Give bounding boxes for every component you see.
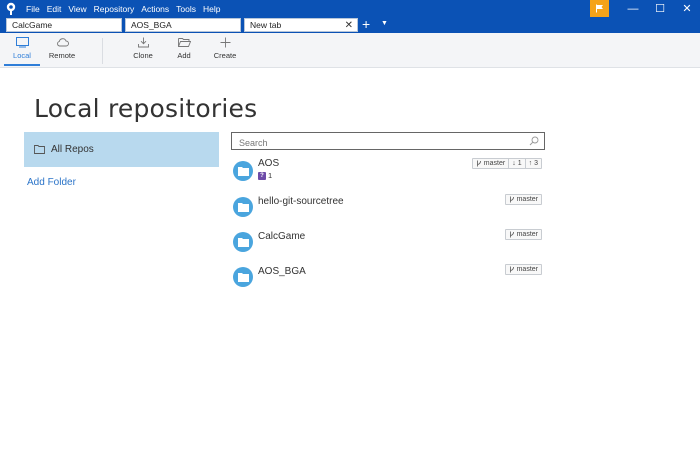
branch-name: master xyxy=(516,196,538,203)
ahead-count: 3 xyxy=(534,160,538,167)
flag-icon xyxy=(596,4,603,13)
repo-status-pills: master xyxy=(504,194,542,205)
add-button[interactable]: Add xyxy=(166,37,202,60)
branch-pill: master xyxy=(473,159,508,168)
clone-label: Clone xyxy=(133,51,153,60)
remote-label: Remote xyxy=(48,51,76,60)
local-label: Local xyxy=(13,51,31,60)
folder-open-icon xyxy=(177,38,191,47)
flag-button[interactable] xyxy=(590,0,609,17)
repo-item-hello-git-sourcetree[interactable]: hello-git-sourcetree master xyxy=(233,194,545,224)
question-count: 1 xyxy=(268,171,273,180)
behind-count: 1 xyxy=(517,160,522,167)
branch-pill: master xyxy=(506,265,541,274)
add-tab-button[interactable]: + xyxy=(362,17,370,32)
page-title: Local repositories xyxy=(34,94,258,123)
tab-aos-bga[interactable]: AOS_BGA xyxy=(125,18,241,32)
remote-button[interactable]: Remote xyxy=(44,37,80,60)
tab-strip: CalcGame AOS_BGA New tab ✕ + ▼ xyxy=(0,17,700,33)
sidebar-item-label: All Repos xyxy=(51,144,94,155)
menu-view[interactable]: View xyxy=(68,4,86,14)
repo-status-pills: master xyxy=(504,229,542,240)
menu-tools[interactable]: Tools xyxy=(176,4,196,14)
local-button[interactable]: Local xyxy=(4,37,40,66)
tab-label: New tab xyxy=(250,20,282,30)
branch-name: master xyxy=(516,266,538,273)
repo-name: CalcGame xyxy=(258,231,306,242)
arrow-up-icon: ↑ xyxy=(528,160,533,167)
repo-name: AOS xyxy=(258,158,280,169)
minimize-button[interactable]: — xyxy=(619,0,647,17)
branch-name: master xyxy=(516,231,538,238)
repo-folder-icon xyxy=(233,197,253,217)
cloud-icon xyxy=(56,38,69,47)
repo-folder-icon xyxy=(233,267,253,287)
toolbar-divider xyxy=(102,38,103,64)
branch-icon xyxy=(509,196,514,203)
repo-item-aos[interactable]: AOS ? 1 master ↓ 1 ↑ 3 xyxy=(233,158,545,188)
question-badge: ? 1 xyxy=(258,171,272,180)
create-button[interactable]: Create xyxy=(207,37,243,60)
search-input[interactable] xyxy=(232,135,512,151)
menu-edit[interactable]: Edit xyxy=(47,4,62,14)
tab-dropdown-icon[interactable]: ▼ xyxy=(381,20,388,27)
search-box xyxy=(231,132,545,151)
repo-status-pills: master xyxy=(504,264,542,275)
search-icon xyxy=(529,136,539,146)
repo-folder-icon xyxy=(233,161,253,181)
branch-pill: master xyxy=(506,230,541,239)
close-window-button[interactable]: ✕ xyxy=(673,0,700,17)
behind-pill: ↓ 1 xyxy=(508,159,524,168)
tab-label: CalcGame xyxy=(12,20,53,30)
menu-bar: File Edit View Repository Actions Tools … xyxy=(26,0,227,17)
menu-file[interactable]: File xyxy=(26,4,40,14)
toolbar: Local Remote Clone Add Create xyxy=(0,33,700,68)
question-icon: ? xyxy=(258,171,266,180)
menu-help[interactable]: Help xyxy=(203,4,220,14)
menu-actions[interactable]: Actions xyxy=(141,4,169,14)
branch-icon xyxy=(476,160,481,167)
monitor-icon xyxy=(15,37,29,48)
branch-name: master xyxy=(483,160,506,167)
arrow-down-icon: ↓ xyxy=(512,160,516,167)
ahead-pill: ↑ 3 xyxy=(524,159,541,168)
repo-folder-icon xyxy=(233,232,253,252)
add-folder-link[interactable]: Add Folder xyxy=(27,177,76,188)
repo-name: hello-git-sourcetree xyxy=(258,196,344,207)
repo-status-pills: master ↓ 1 ↑ 3 xyxy=(471,158,542,169)
create-label: Create xyxy=(213,51,237,60)
tab-close-icon[interactable]: ✕ xyxy=(345,19,353,32)
repo-item-aos-bga[interactable]: AOS_BGA master xyxy=(233,264,545,294)
repo-item-calcgame[interactable]: CalcGame master xyxy=(233,229,545,259)
branch-pill: master xyxy=(506,195,541,204)
download-icon xyxy=(137,37,149,48)
repo-name: AOS_BGA xyxy=(258,266,306,277)
add-label: Add xyxy=(177,51,191,60)
branch-icon xyxy=(509,231,514,238)
tab-new-tab[interactable]: New tab ✕ xyxy=(244,18,358,32)
branch-icon xyxy=(509,266,514,273)
menu-repository[interactable]: Repository xyxy=(94,4,135,14)
title-bar: File Edit View Repository Actions Tools … xyxy=(0,0,700,17)
sourcetree-logo-icon xyxy=(6,2,16,15)
sidebar-item-all-repos[interactable]: All Repos xyxy=(24,132,219,167)
maximize-button[interactable]: ☐ xyxy=(646,0,674,17)
tab-calcgame[interactable]: CalcGame xyxy=(6,18,122,32)
folder-icon xyxy=(34,145,45,154)
plus-icon xyxy=(220,37,230,48)
clone-button[interactable]: Clone xyxy=(125,37,161,60)
tab-label: AOS_BGA xyxy=(131,20,172,30)
